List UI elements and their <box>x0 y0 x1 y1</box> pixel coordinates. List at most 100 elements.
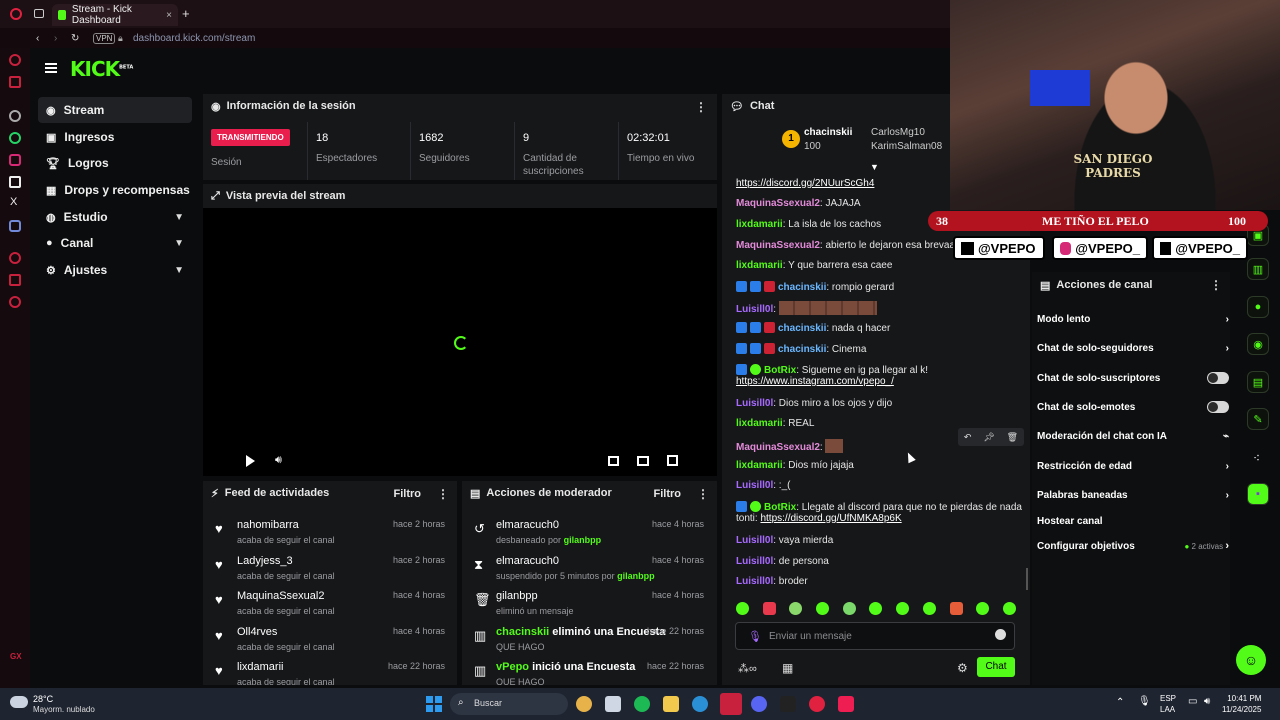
action-age-restriction[interactable]: Restricción de edad › <box>1037 452 1233 480</box>
sidebar-item-ingresos[interactable]: ▣ Ingresos <box>38 124 192 150</box>
opera-taskbar-icon[interactable] <box>809 696 825 712</box>
play-icon[interactable] <box>246 455 255 467</box>
shopping-icon[interactable] <box>9 76 21 88</box>
action-followers-only[interactable]: Chat de solo-seguidores › <box>1037 334 1233 362</box>
action-host-channel[interactable]: Hostear canal <box>1037 507 1233 535</box>
more-options-icon[interactable]: ⋮ <box>1210 278 1222 292</box>
vpn-badge[interactable]: VPN <box>93 32 116 44</box>
opera-gx-taskbar-icon[interactable] <box>720 693 742 715</box>
x-icon[interactable]: X <box>10 196 17 208</box>
emote-icon[interactable] <box>816 602 830 615</box>
more-options-icon[interactable]: ⋮ <box>437 487 449 501</box>
tiktok-icon[interactable] <box>9 176 21 188</box>
feed-username[interactable]: nahomibarra <box>237 519 299 531</box>
store-icon[interactable]: ▦ <box>782 661 793 675</box>
mod-target[interactable]: elmaracuch0 <box>496 555 559 567</box>
miniplayer-icon[interactable] <box>608 456 619 466</box>
instagram-icon[interactable] <box>9 154 21 166</box>
layout-icon[interactable]: ▤ <box>1247 371 1269 393</box>
wrench-icon[interactable]: ✎ <box>1247 408 1269 430</box>
feed-username[interactable]: Oll4rves <box>237 626 277 638</box>
filter-button[interactable]: Filtro <box>394 488 422 500</box>
action-slow-mode[interactable]: Modo lento › <box>1037 305 1233 333</box>
feed-username[interactable]: lixdamarii <box>237 661 283 673</box>
forward-icon[interactable]: › <box>54 33 57 44</box>
capcut-icon[interactable] <box>780 696 796 712</box>
emote-icon[interactable] <box>896 602 910 615</box>
back-icon[interactable]: ‹ <box>36 33 39 44</box>
reply-icon[interactable]: ↶ <box>964 432 972 443</box>
send-chat-button[interactable]: Chat <box>977 657 1015 677</box>
action-ai-moderation[interactable]: Moderación del chat con IA ⌁ <box>1037 422 1233 450</box>
chat-settings-icon[interactable]: ⚙ <box>957 661 968 675</box>
scroll-down-icon[interactable]: ▼ <box>870 162 879 172</box>
extension-icon[interactable]: ▪ <box>1247 483 1269 505</box>
leader-name[interactable]: chacinskii <box>804 127 852 138</box>
chat-scrollbar[interactable] <box>1026 568 1028 590</box>
emote-icon[interactable] <box>949 602 963 615</box>
browser-tab-active[interactable]: Stream - Kick Dashboard × <box>52 4 178 26</box>
sidebar-item-drops[interactable]: ▦ Drops y recompensas <box>38 177 192 203</box>
chat-dock-icon[interactable]: ● <box>1247 296 1269 318</box>
menu-icon[interactable] <box>45 63 57 73</box>
widgets-icon[interactable] <box>576 696 592 712</box>
sidebar-item-logros[interactable]: 🏆︎ Logros <box>38 150 192 176</box>
action-emotes-only[interactable]: Chat de solo-emotes <box>1037 393 1233 421</box>
chat-input[interactable]: 🎙︎ Enviar un mensaje <box>735 622 1015 650</box>
mic-icon[interactable]: 🎙︎ <box>748 630 762 643</box>
discord-taskbar-icon[interactable] <box>751 696 767 712</box>
broadcast-dock-icon[interactable]: ◉ <box>1247 333 1269 355</box>
emote-icon[interactable] <box>736 602 749 615</box>
task-view-icon[interactable] <box>605 696 621 712</box>
sidebar-item-estudio[interactable]: ◍ Estudio ▼ <box>38 204 192 230</box>
history-icon[interactable] <box>9 252 21 264</box>
pin-icon[interactable]: 📌︎ <box>983 432 994 443</box>
support-button[interactable]: ☺︎ <box>1236 645 1266 675</box>
leader-name[interactable]: CarlosMg10 <box>871 127 925 138</box>
close-tab-icon[interactable]: × <box>166 10 172 21</box>
clock[interactable]: 10:41 PM 11/24/2025 <box>1222 693 1261 715</box>
mod-target[interactable]: elmaracuch0 <box>496 519 559 531</box>
edge-icon[interactable] <box>692 696 708 712</box>
gx-icon[interactable]: GX <box>10 652 22 661</box>
network-icon[interactable]: ▭ <box>1188 696 1197 707</box>
action-subscribers-only[interactable]: Chat de solo-suscriptores <box>1037 364 1233 392</box>
emote-icon[interactable] <box>789 602 803 615</box>
volume-icon[interactable]: 🔊︎ <box>275 454 282 467</box>
reload-icon[interactable]: ↻ <box>71 33 79 44</box>
filter-button[interactable]: Filtro <box>654 488 682 500</box>
kick-logo[interactable]: KICKBETA <box>70 57 133 81</box>
chat-link[interactable]: https://discord.gg/UfNMKA8p6K <box>760 513 901 524</box>
emotes-only-toggle[interactable] <box>1207 401 1229 413</box>
mic-tray-icon[interactable]: 🎙︎ <box>1138 696 1151 707</box>
emote-icon[interactable] <box>1002 602 1016 615</box>
tray-chevron-icon[interactable]: ⌃ <box>1116 697 1124 708</box>
more-options-icon[interactable]: ⋮ <box>695 100 707 114</box>
emote-icon[interactable] <box>922 602 936 615</box>
emoji-icon[interactable] <box>995 629 1006 640</box>
feed-username[interactable]: MaquinaSsexual2 <box>237 590 324 602</box>
file-explorer-icon[interactable] <box>663 696 679 712</box>
subscribers-only-toggle[interactable] <box>1207 372 1229 384</box>
delete-icon[interactable]: 🗑︎ <box>1007 432 1018 443</box>
sidebar-item-canal[interactable]: ● Canal ▼ <box>38 230 192 256</box>
emote-icon[interactable] <box>976 602 990 615</box>
taskbar-search[interactable]: ⌕ Buscar <box>450 693 568 715</box>
action-configure-goals[interactable]: Configurar objetivos ● 2 activas › <box>1037 532 1233 560</box>
tab-list-icon[interactable] <box>34 9 44 18</box>
sidebar-item-ajustes[interactable]: ⚙ Ajustes ▼ <box>38 257 192 283</box>
spotify-icon[interactable] <box>634 696 650 712</box>
settings-icon[interactable] <box>9 296 21 308</box>
opera-logo-icon[interactable] <box>10 8 22 20</box>
points-icon[interactable]: ⁂∞ <box>738 662 757 675</box>
new-tab-button[interactable]: + <box>182 6 190 21</box>
tiktok-taskbar-icon[interactable] <box>838 696 854 712</box>
leader-name[interactable]: KarimSalman08 <box>871 141 942 152</box>
chat-link[interactable]: https://www.instagram.com/vpepo_/ <box>736 376 894 387</box>
chat-link[interactable]: https://discord.gg/2NUurScGh4 <box>736 178 874 189</box>
volume-tray-icon[interactable]: 🔊︎ <box>1204 696 1210 707</box>
feed-username[interactable]: Ladyjess_3 <box>237 555 293 567</box>
emote-icon[interactable] <box>869 602 883 615</box>
emote-icon[interactable] <box>842 602 856 615</box>
language-indicator[interactable]: ESP LAA <box>1160 693 1176 715</box>
